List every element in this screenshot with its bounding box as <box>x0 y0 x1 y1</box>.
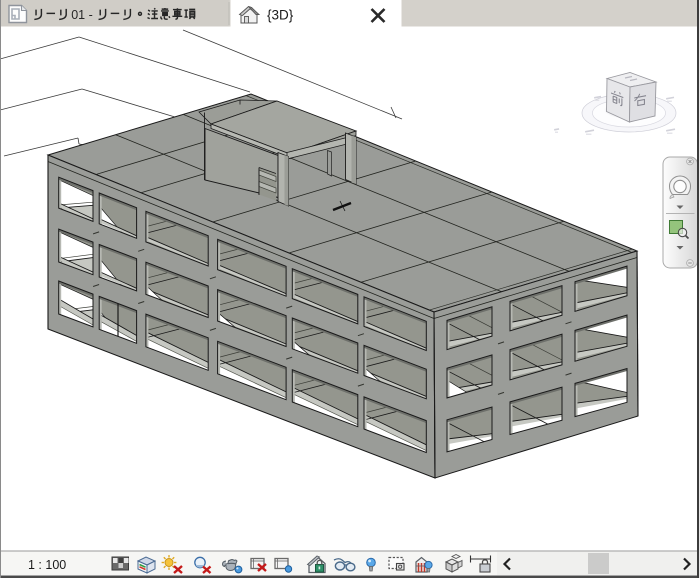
svg-text:01 -: 01 - <box>71 8 93 22</box>
svg-text:1 : 100: 1 : 100 <box>28 558 66 572</box>
svg-text:{3D}: {3D} <box>267 8 294 23</box>
